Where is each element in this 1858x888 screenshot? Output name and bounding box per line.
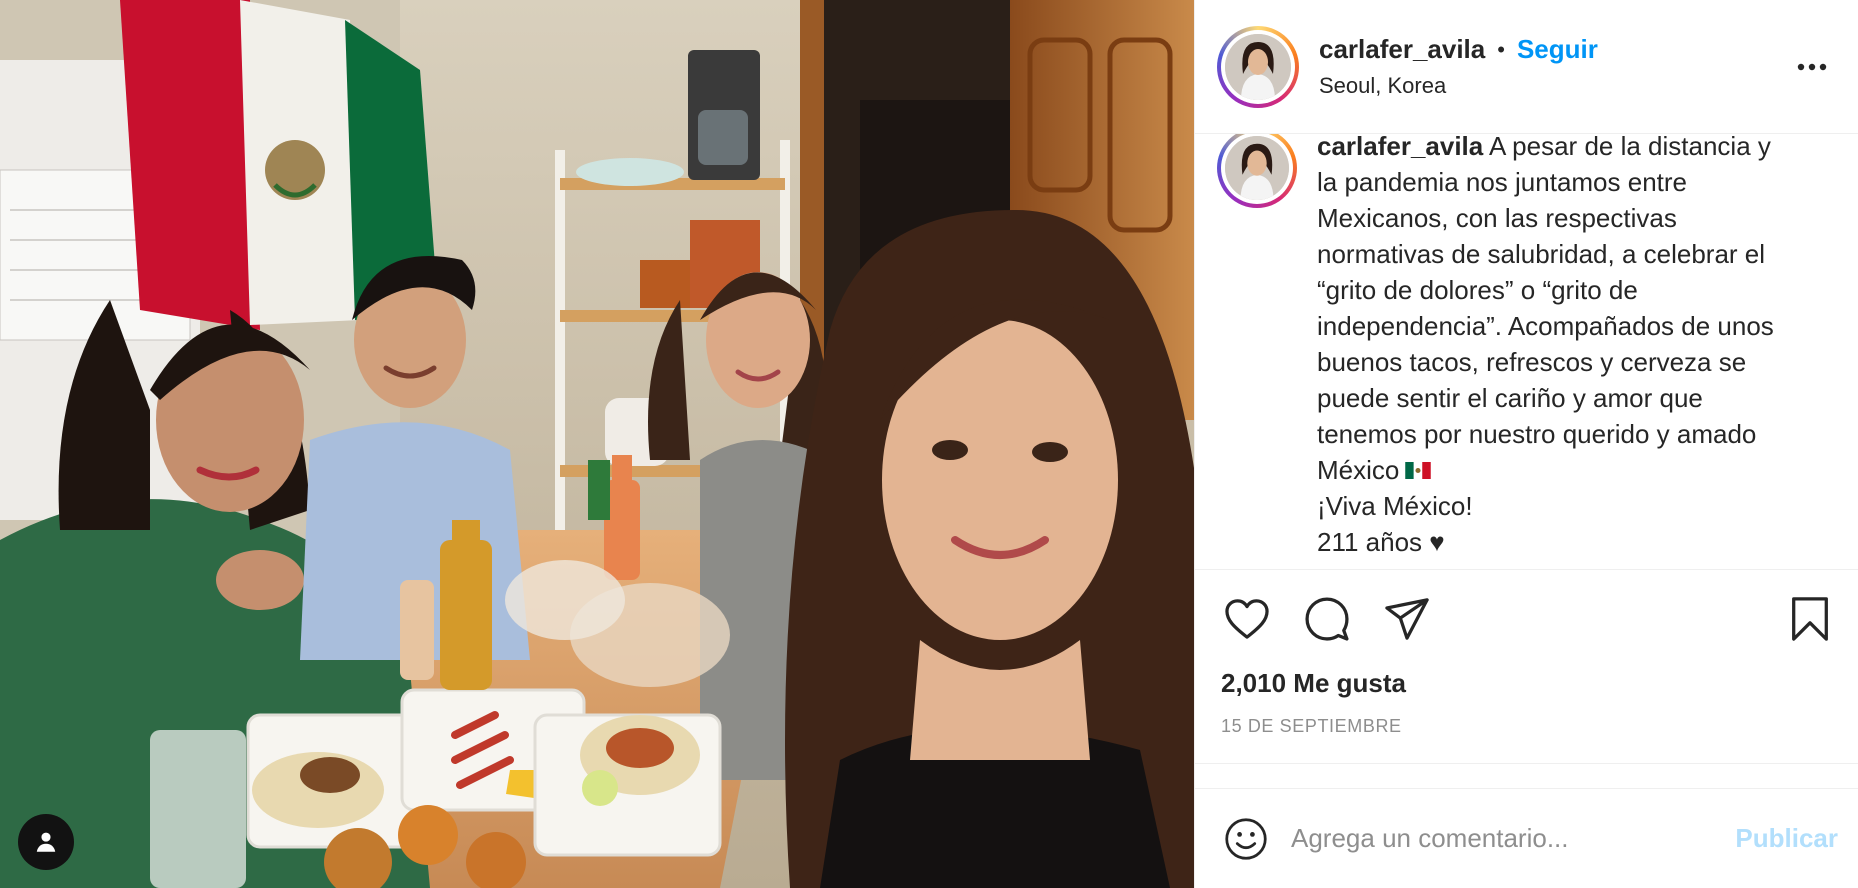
post-date[interactable]: 15 DE SEPTIEMBRE [1195, 716, 1858, 764]
paper-plane-icon [1385, 598, 1429, 640]
photo-illustration [0, 0, 1194, 888]
mexico-flag-icon [1405, 461, 1432, 479]
caption-line: “grito de dolores” o “grito de [1317, 275, 1638, 305]
comments-section: carlafer_avila A pesar de la distancia y… [1195, 134, 1858, 570]
avatar-photo [1225, 33, 1291, 100]
more-horizontal-icon [1797, 63, 1827, 70]
comment-icon [1305, 597, 1349, 641]
follow-button[interactable]: Seguir [1517, 34, 1598, 65]
caption-line: buenos tacos, refrescos y cerveza se [1317, 347, 1747, 377]
location-link[interactable]: Seoul, Korea [1319, 73, 1792, 99]
caption-line: normativas de salubridad, a celebrar el [1317, 239, 1766, 269]
caption-line: la pandemia nos juntamos entre [1317, 167, 1688, 197]
post-actions [1195, 570, 1858, 668]
smiley-icon [1225, 817, 1267, 860]
post-photo[interactable] [0, 0, 1194, 888]
avatar-photo [1225, 136, 1289, 200]
caption-line: A pesar de la distancia y [1489, 134, 1771, 161]
publish-button[interactable]: Publicar [1735, 823, 1838, 854]
caption-username-link[interactable]: carlafer_avila [1317, 134, 1483, 161]
avatar[interactable] [1217, 25, 1299, 108]
username-link[interactable]: carlafer_avila [1319, 34, 1485, 65]
header-text: carlafer_avila • Seguir Seoul, Korea [1319, 34, 1792, 99]
caption-line: tenemos por nuestro querido y amado [1317, 419, 1757, 449]
caption: carlafer_avila A pesar de la distancia y… [1217, 134, 1836, 560]
caption-line: Mexicanos, con las respectivas [1317, 203, 1677, 233]
share-button[interactable] [1381, 593, 1433, 645]
caption-first-line: carlafer_avila A pesar de la distancia y [1317, 134, 1836, 164]
bookmark-icon [1792, 597, 1828, 641]
likes-count[interactable]: 2,010 Me gusta [1195, 668, 1858, 702]
caption-mexico-line: México [1317, 452, 1836, 488]
caption-line: México [1317, 455, 1400, 485]
caption-line: puede sentir el cariño y amor que [1317, 383, 1703, 413]
comment-button[interactable] [1301, 593, 1353, 645]
caption-line: ¡Viva México! [1317, 491, 1473, 521]
caption-avatar[interactable] [1217, 134, 1297, 208]
separator-dot: • [1497, 36, 1505, 62]
like-button[interactable] [1221, 593, 1273, 645]
heart-icon [1225, 599, 1269, 639]
instagram-post: carlafer_avila • Seguir Seoul, Korea car… [0, 0, 1858, 888]
comment-input[interactable] [1291, 823, 1736, 854]
caption-line: independencia”. Acompañados de unos [1317, 311, 1774, 341]
caption-text: carlafer_avila A pesar de la distancia y… [1317, 134, 1836, 560]
more-options-button[interactable] [1792, 47, 1832, 87]
tag-people-button[interactable] [18, 814, 74, 870]
post-side-panel: carlafer_avila • Seguir Seoul, Korea car… [1194, 0, 1858, 888]
save-button[interactable] [1784, 593, 1836, 645]
emoji-button[interactable] [1223, 816, 1269, 862]
caption-line: 211 años ♥ [1317, 527, 1445, 557]
add-comment-form: Publicar [1195, 788, 1858, 888]
person-icon [36, 832, 56, 852]
post-header: carlafer_avila • Seguir Seoul, Korea [1195, 0, 1858, 134]
